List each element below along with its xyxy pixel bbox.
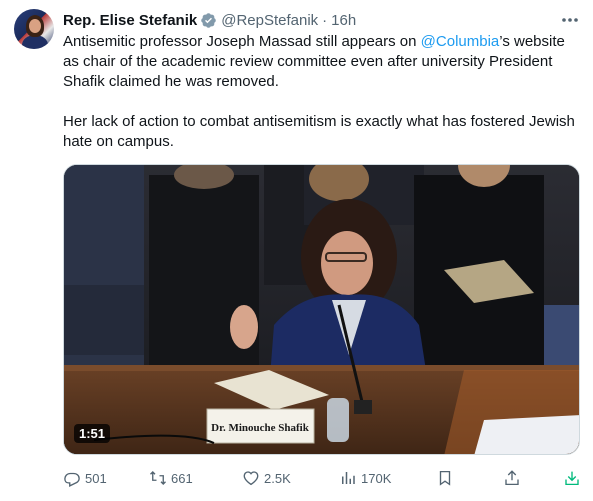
- download-icon: [565, 471, 579, 486]
- retweet-button[interactable]: 661: [149, 466, 193, 490]
- action-bar: 501 661 2.5K 170K: [63, 466, 583, 490]
- views-icon: [342, 472, 355, 484]
- bookmark-button[interactable]: [436, 466, 458, 490]
- share-icon: [505, 470, 519, 486]
- author-handle[interactable]: @RepStefanik: [221, 12, 318, 29]
- download-button[interactable]: [563, 466, 585, 490]
- views-button[interactable]: 170K: [339, 466, 391, 490]
- more-icon[interactable]: [560, 11, 580, 29]
- reply-icon: [64, 472, 80, 487]
- like-count: 2.5K: [264, 470, 291, 486]
- like-button[interactable]: 2.5K: [242, 466, 291, 490]
- reply-button[interactable]: 501: [63, 466, 107, 490]
- tweet-text-part-1: Antisemitic professor Joseph Massad stil…: [63, 33, 421, 50]
- witness-hand: [230, 305, 258, 349]
- tweet-text: Antisemitic professor Joseph Massad stil…: [63, 32, 583, 152]
- video-frame: Dr. Minouche Shafik: [64, 165, 579, 454]
- nameplate-text: Dr. Minouche Shafik: [211, 422, 310, 434]
- tweet[interactable]: Rep. Elise Stefanik @RepStefanik · 16h A…: [0, 0, 593, 501]
- tweet-header: Rep. Elise Stefanik @RepStefanik · 16h: [63, 10, 356, 30]
- retweet-icon: [150, 471, 166, 485]
- tweet-paragraph-1: Antisemitic professor Joseph Massad stil…: [63, 32, 583, 92]
- share-button[interactable]: [503, 466, 525, 490]
- mention-link[interactable]: @Columbia: [421, 33, 500, 50]
- separator-dot: ·: [322, 11, 328, 29]
- author-name[interactable]: Rep. Elise Stefanik: [63, 12, 197, 29]
- avatar[interactable]: [14, 9, 54, 49]
- tweet-paragraph-2: Her lack of action to combat antisemitis…: [63, 113, 575, 150]
- bookmark-icon: [439, 470, 451, 486]
- timestamp[interactable]: 16h: [331, 12, 356, 29]
- verified-badge-icon: [200, 12, 217, 29]
- like-icon: [243, 471, 259, 486]
- water-bottle: [327, 398, 349, 442]
- video-duration: 1:51: [74, 424, 111, 443]
- avatar-face: [29, 19, 41, 33]
- retweet-count: 661: [171, 470, 193, 486]
- views-count: 170K: [361, 470, 392, 486]
- witness-face: [321, 231, 373, 295]
- avatar-body: [22, 35, 48, 49]
- reply-count: 501: [85, 470, 107, 486]
- video-player[interactable]: Dr. Minouche Shafik 1:51: [63, 164, 580, 455]
